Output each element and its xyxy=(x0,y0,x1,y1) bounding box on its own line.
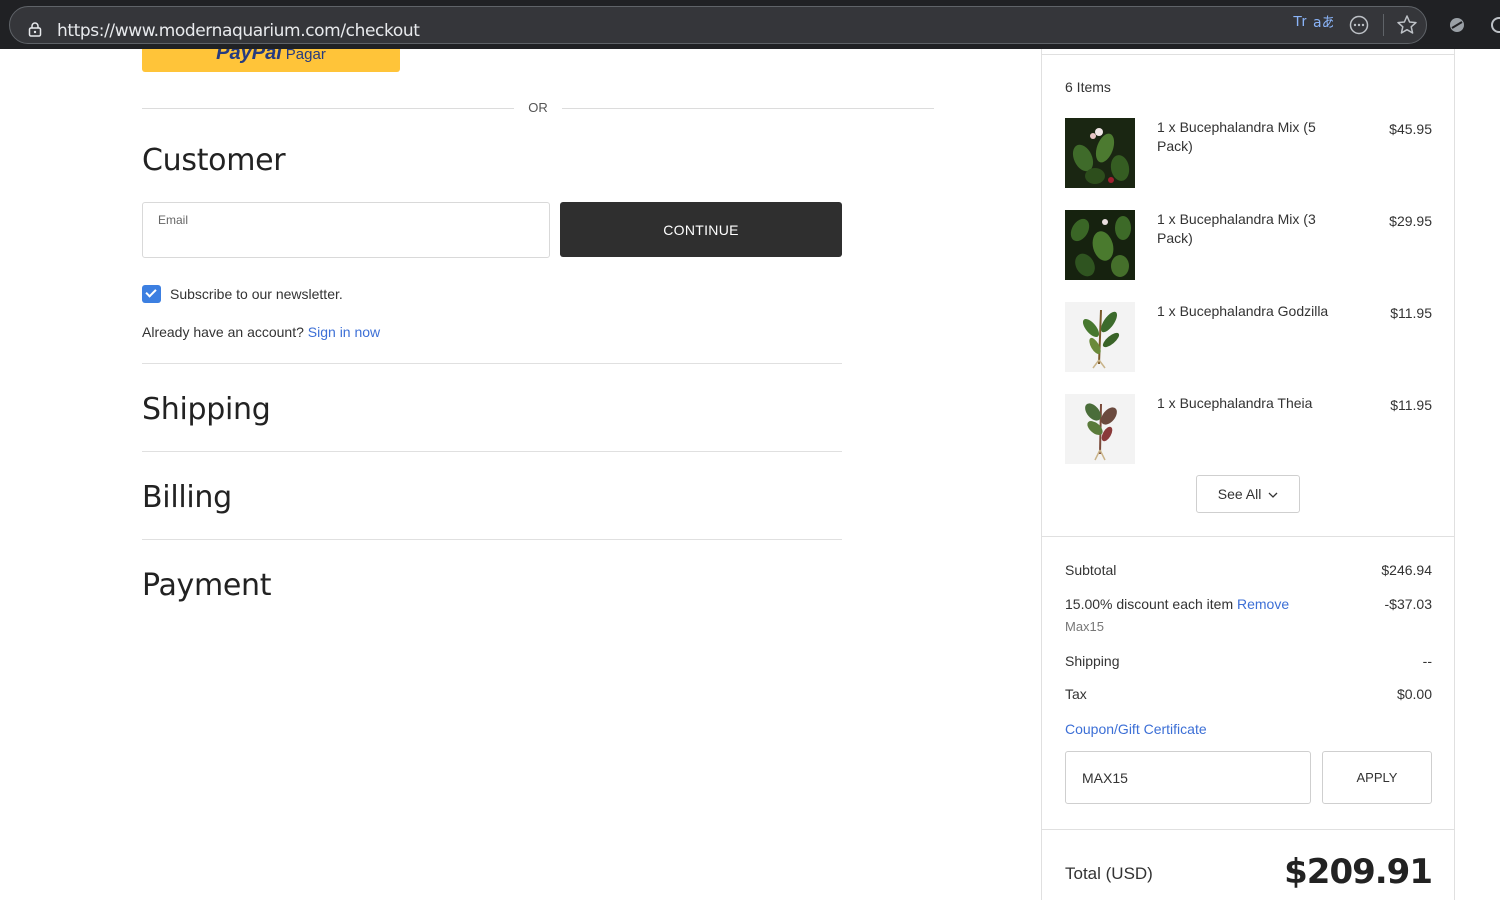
sign-in-link[interactable]: Sign in now xyxy=(308,324,380,340)
see-all-label: See All xyxy=(1217,486,1262,502)
billing-title[interactable]: Billing xyxy=(142,480,232,515)
or-divider-text: OR xyxy=(528,100,548,115)
shipping-title[interactable]: Shipping xyxy=(142,392,271,427)
summary-divider xyxy=(1042,829,1454,830)
subtotal-label: Subtotal xyxy=(1065,562,1117,578)
item-price: $29.95 xyxy=(1389,213,1432,229)
settings-gear-icon[interactable] xyxy=(1488,15,1500,35)
total-value: $209.91 xyxy=(1284,852,1433,892)
newsletter-label: Subscribe to our newsletter. xyxy=(170,286,343,302)
product-image xyxy=(1065,302,1135,372)
newsletter-checkbox[interactable] xyxy=(142,285,161,303)
item-name: 1 x Bucephalandra Theia xyxy=(1157,395,1313,411)
discount-label: 15.00% discount each item xyxy=(1065,596,1234,612)
translate-icon[interactable]: Tr xyxy=(1293,13,1307,35)
item-name: 1 x Bucephalandra Godzilla xyxy=(1157,303,1329,319)
continue-button[interactable]: CONTINUE xyxy=(560,202,842,257)
check-icon xyxy=(145,286,157,298)
summary-divider xyxy=(1042,536,1454,537)
payment-title[interactable]: Payment xyxy=(142,568,272,603)
product-image xyxy=(1065,394,1135,464)
apply-button[interactable]: APPLY xyxy=(1322,751,1432,804)
url-text[interactable]: https://www.modernaquarium.com/checkout xyxy=(57,21,420,41)
toolbar-separator xyxy=(1383,14,1384,36)
section-divider xyxy=(142,539,842,540)
summary-top-border xyxy=(1042,54,1454,55)
item-price: $11.95 xyxy=(1390,305,1432,321)
account-prompt: Already have an account? Sign in now xyxy=(142,324,381,340)
or-divider-right xyxy=(562,108,934,109)
tax-label: Tax xyxy=(1065,686,1087,702)
shipping-label: Shipping xyxy=(1065,653,1120,669)
see-all-button[interactable]: See All xyxy=(1196,475,1300,513)
coupon-link[interactable]: Coupon/Gift Certificate xyxy=(1065,721,1207,737)
total-label: Total (USD) xyxy=(1065,864,1153,883)
remove-discount-link[interactable]: Remove xyxy=(1237,596,1289,612)
email-label: Email xyxy=(158,213,189,227)
chevron-down-icon xyxy=(1268,492,1278,498)
favorite-star-icon[interactable] xyxy=(1396,14,1418,36)
shipping-value: -- xyxy=(1422,653,1432,669)
customer-title: Customer xyxy=(142,143,286,178)
section-divider xyxy=(142,451,842,452)
subtotal-value: $246.94 xyxy=(1381,562,1432,578)
svg-text:aあ: aあ xyxy=(1313,15,1333,31)
item-name: 1 x Bucephalandra Mix (3 Pack) xyxy=(1157,211,1316,246)
more-options-icon[interactable] xyxy=(1349,15,1369,35)
item-name: 1 x Bucephalandra Mix (5 Pack) xyxy=(1157,119,1316,154)
paypal-logo: PayPal xyxy=(216,49,282,64)
item-price: $11.95 xyxy=(1390,397,1432,413)
browser-toolbar: https://www.modernaquarium.com/checkout … xyxy=(0,0,1500,49)
read-aloud-icon[interactable]: aあ xyxy=(1313,13,1336,35)
paypal-label: PayPal Pagar xyxy=(142,49,400,65)
extension-icon[interactable] xyxy=(1449,17,1465,33)
paypal-button[interactable]: PayPal Pagar xyxy=(142,49,400,72)
product-image xyxy=(1065,210,1135,280)
order-summary: 6 Items 1 x Bucephalandra Mix (5 Pack) $… xyxy=(1041,49,1455,900)
lock-icon[interactable] xyxy=(28,22,42,37)
coupon-input[interactable] xyxy=(1065,751,1311,804)
email-field[interactable]: Email xyxy=(142,202,550,258)
item-price: $45.95 xyxy=(1389,121,1432,137)
tax-value: $0.00 xyxy=(1396,686,1432,702)
address-bar[interactable]: https://www.modernaquarium.com/checkout xyxy=(9,6,1427,44)
or-divider-left xyxy=(142,108,514,109)
items-count: 6 Items xyxy=(1065,79,1111,95)
discount-value: -$37.03 xyxy=(1384,596,1432,612)
section-divider xyxy=(142,363,842,364)
discount-row: 15.00% discount each item Remove xyxy=(1065,596,1289,612)
product-image xyxy=(1065,118,1135,188)
discount-code: Max15 xyxy=(1065,619,1105,634)
